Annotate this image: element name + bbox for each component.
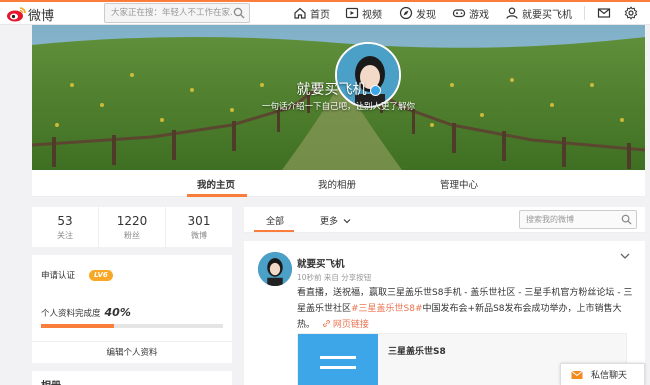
nav-video[interactable]: 视频 <box>345 3 382 23</box>
feed-tab-indicator <box>254 230 294 232</box>
album-card: 相册 <box>32 371 232 385</box>
profile-name: 就要买飞机 <box>32 79 645 99</box>
followers-count: 1220 <box>116 214 148 228</box>
completion-progress-fill <box>41 324 114 328</box>
gear-icon[interactable] <box>624 6 638 20</box>
level-badge[interactable]: LV6 <box>89 269 113 281</box>
post-web-link[interactable]: 网页链接 <box>318 320 369 330</box>
active-tab-indicator <box>187 194 247 197</box>
post-hashtag[interactable]: #三星盖乐世S8# <box>351 304 423 314</box>
verified-badge-icon <box>369 84 381 96</box>
mail-icon[interactable] <box>597 6 611 20</box>
stats-card: 53 关注 1220 粉丝 301 微博 <box>32 207 232 247</box>
stat-posts[interactable]: 301 微博 <box>166 207 232 247</box>
nav-home-label: 首页 <box>310 9 330 21</box>
feed-tab-all[interactable]: 全部 <box>266 214 284 227</box>
nav-home[interactable]: 首页 <box>293 3 330 23</box>
search-icon[interactable] <box>621 214 632 225</box>
profile-info-card: 申请认证 LV6 个人资料完成度 40% 编辑个人资料 <box>32 255 232 363</box>
tab-my-home[interactable]: 我的主页 <box>197 177 235 191</box>
search-input[interactable] <box>105 4 233 22</box>
nav-divider <box>584 6 585 20</box>
user-icon <box>506 7 518 19</box>
profile-tabs: 我的主页 我的相册 管理中心 <box>32 170 645 197</box>
nav-discover-label: 发现 <box>416 9 436 21</box>
nav-video-label: 视频 <box>362 9 382 21</box>
followers-label: 粉丝 <box>124 231 140 240</box>
post-web-link-label: 网页链接 <box>332 320 369 330</box>
weibo-logo-text: 微博 <box>28 8 55 24</box>
avatar-image <box>258 252 292 286</box>
chevron-down-icon <box>343 219 351 224</box>
thumb-line <box>320 366 356 369</box>
gamepad-icon <box>452 9 466 18</box>
following-count: 53 <box>57 214 73 228</box>
tab-my-album[interactable]: 我的相册 <box>318 177 356 191</box>
post-content: 看直播，送祝福，赢取三星盖乐世S8手机 - 盖乐世社区 - 三星手机官方粉丝论坛… <box>297 285 637 333</box>
weibo-logo-icon <box>7 7 26 22</box>
posts-count: 301 <box>187 214 211 228</box>
nav-user-label: 就要买飞机 <box>522 9 572 21</box>
weibo-logo[interactable]: 微博 <box>6 4 54 24</box>
home-icon <box>294 7 306 19</box>
video-icon <box>345 7 359 19</box>
private-chat-label: 私信聊天 <box>591 371 628 381</box>
top-nav-bar: 微博 首页 视频 发现 游戏 <box>0 0 650 25</box>
nav-game[interactable]: 游戏 <box>452 3 489 23</box>
feed-tab-more-label: 更多 <box>320 217 339 227</box>
global-search <box>104 3 250 23</box>
stat-followers[interactable]: 1220 粉丝 <box>99 207 166 247</box>
profile-bio[interactable]: 一句话介绍一下自己吧，让别人更了解你 <box>32 100 645 112</box>
edit-profile-link[interactable]: 编辑个人资料 <box>32 341 232 358</box>
feed-search-input[interactable] <box>520 211 618 228</box>
album-title[interactable]: 相册 <box>41 377 61 385</box>
feed-filter-bar: 全部 更多 <box>244 207 645 233</box>
apply-certification-link[interactable]: 申请认证 <box>41 269 75 281</box>
post-author-avatar[interactable] <box>258 252 292 286</box>
search-icon[interactable] <box>233 7 245 19</box>
profile-completion: 个人资料完成度 40% <box>41 306 131 319</box>
completion-progress-bar <box>41 324 223 328</box>
private-chat-button[interactable]: 私信聊天 <box>560 363 645 385</box>
tab-management[interactable]: 管理中心 <box>440 177 478 191</box>
nav-game-label: 游戏 <box>469 9 489 21</box>
nav-user-profile[interactable]: 就要买飞机 <box>505 3 572 23</box>
feed-tab-more[interactable]: 更多 <box>320 214 351 227</box>
post-author-name[interactable]: 就要买飞机 <box>297 256 345 270</box>
certification-row: 申请认证 LV6 <box>41 269 113 281</box>
profile-cover: 就要买飞机 一句话介绍一下自己吧，让别人更了解你 <box>32 25 645 170</box>
compass-icon <box>399 6 413 20</box>
completion-percent: 40% <box>104 306 131 319</box>
completion-label: 个人资料完成度 <box>41 308 101 319</box>
nav-discover[interactable]: 发现 <box>399 3 436 23</box>
feed-search <box>519 210 637 229</box>
mail-icon <box>571 370 583 379</box>
thumb-line <box>320 356 356 359</box>
posts-label: 微博 <box>191 231 207 240</box>
post-meta: 10秒前 来自 分享按钮 <box>297 273 372 282</box>
following-label: 关注 <box>57 231 73 240</box>
link-preview-thumbnail <box>298 334 378 385</box>
stat-following[interactable]: 53 关注 <box>32 207 99 247</box>
link-icon <box>322 320 330 327</box>
link-preview-title: 三星盖乐世S8 <box>388 347 446 357</box>
post-menu-chevron-icon[interactable] <box>619 251 631 261</box>
profile-name-text: 就要买飞机 <box>296 82 367 98</box>
